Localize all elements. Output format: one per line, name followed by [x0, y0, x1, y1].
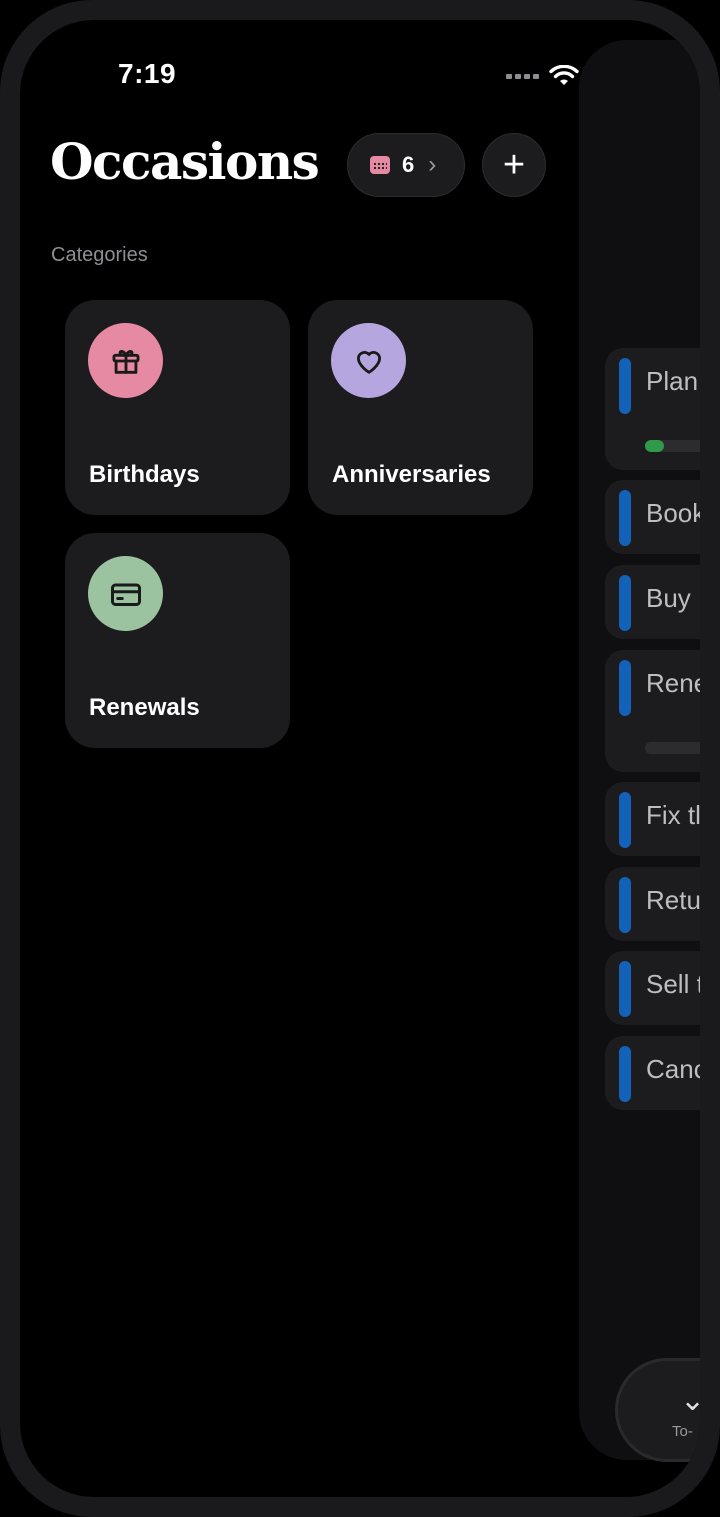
chevron-right-icon: › [428, 151, 437, 178]
task-item[interactable]: Rene [605, 650, 700, 772]
screen: 7:19 Occasions 6 › + Categories Birthday… [20, 20, 700, 1497]
calendar-icon [370, 156, 390, 174]
task-text: Book [646, 498, 700, 528]
task-text: Buy [646, 583, 691, 613]
task-color-bar [619, 792, 631, 848]
task-item[interactable]: Retu [605, 867, 700, 941]
task-item[interactable]: Book [605, 480, 700, 554]
task-color-bar [619, 877, 631, 933]
task-item[interactable]: Fix tl [605, 782, 700, 856]
task-text: Plan [646, 366, 699, 396]
category-label: Anniversaries [332, 461, 491, 488]
section-label: Categories [51, 244, 148, 266]
task-text: Retu [646, 885, 700, 915]
heart-icon [331, 323, 406, 398]
todo-tab-button[interactable]: ⌄ To- [615, 1358, 700, 1462]
category-label: Birthdays [89, 461, 200, 488]
task-text: Canc [646, 1054, 700, 1084]
cellular-signal-icon [506, 73, 539, 79]
task-color-bar [619, 1046, 631, 1102]
task-color-bar [619, 575, 631, 631]
task-color-bar [619, 358, 631, 414]
upcoming-count: 6 [402, 152, 415, 177]
task-progress [645, 440, 700, 452]
task-item[interactable]: Sell t [605, 951, 700, 1025]
category-card-birthdays[interactable]: Birthdays [65, 300, 290, 515]
task-progress [645, 742, 700, 754]
add-button[interactable]: + [482, 133, 546, 197]
upcoming-count-button[interactable]: 6 › [347, 133, 465, 197]
task-text: Sell t [646, 969, 700, 999]
todo-panel[interactable]: Plan Book Buy Rene Fix tl R [579, 40, 700, 1462]
task-item[interactable]: Buy [605, 565, 700, 639]
device-frame: 7:19 Occasions 6 › + Categories Birthday… [0, 0, 720, 1517]
category-card-anniversaries[interactable]: Anniversaries [308, 300, 533, 515]
gift-icon [88, 323, 163, 398]
task-color-bar [619, 490, 631, 546]
category-label: Renewals [89, 694, 200, 721]
credit-card-icon [88, 556, 163, 631]
task-text: Rene [646, 668, 700, 698]
page-title: Occasions [50, 132, 320, 191]
task-color-bar [619, 961, 631, 1017]
todo-tab-label: To- [672, 1423, 693, 1440]
task-text: Fix tl [646, 800, 700, 830]
status-time: 7:19 [118, 58, 177, 89]
task-item[interactable]: Plan [605, 348, 700, 470]
task-item[interactable]: Canc [605, 1036, 700, 1110]
chevron-down-icon: ⌄ [680, 1384, 700, 1417]
wifi-icon [549, 65, 579, 85]
category-card-renewals[interactable]: Renewals [65, 533, 290, 748]
task-color-bar [619, 660, 631, 716]
